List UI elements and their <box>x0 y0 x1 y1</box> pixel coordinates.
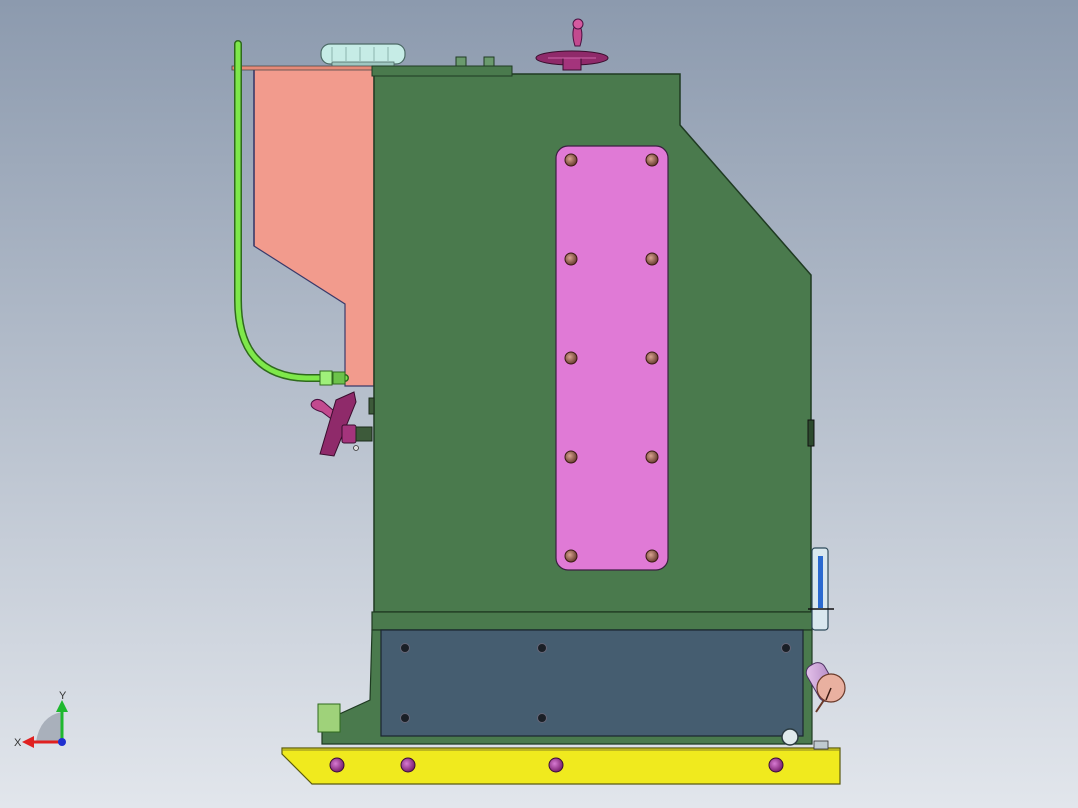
drain-plug[interactable] <box>781 728 799 746</box>
filler-cap[interactable] <box>320 43 406 68</box>
cad-viewport[interactable]: Y X <box>0 0 1078 808</box>
model-canvas[interactable]: Y X <box>0 0 1078 808</box>
y-axis-label: Y <box>59 690 67 702</box>
z-axis-dot <box>58 738 66 746</box>
cover-plate[interactable] <box>555 145 669 571</box>
x-axis-label: X <box>14 737 22 749</box>
machine-base[interactable] <box>281 740 841 785</box>
lower-access-panel[interactable] <box>380 629 804 737</box>
